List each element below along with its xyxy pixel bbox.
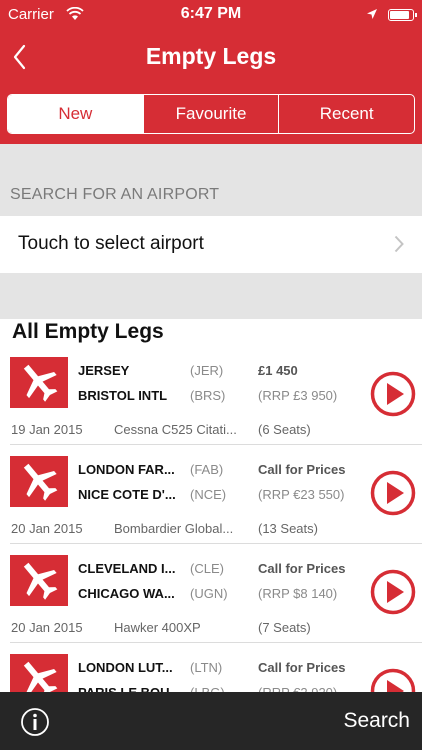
destination-name: BRISTOL INTL bbox=[78, 388, 168, 403]
tab-favourite[interactable]: Favourite bbox=[142, 95, 279, 133]
airport-select-row[interactable]: Touch to select airport bbox=[0, 216, 422, 273]
origin-code: (CLE) bbox=[190, 561, 224, 576]
info-icon[interactable] bbox=[20, 707, 50, 737]
list-item[interactable]: CLEVELAND I... (CLE) Call for Prices CHI… bbox=[10, 544, 422, 643]
destination-name: CHICAGO WA... bbox=[78, 586, 175, 601]
origin-name: LONDON FAR... bbox=[78, 462, 175, 477]
tab-recent[interactable]: Recent bbox=[278, 95, 414, 133]
play-circle-icon[interactable] bbox=[370, 371, 416, 417]
page-title: Empty Legs bbox=[145, 43, 277, 69]
departure-date: 20 Jan 2015 bbox=[11, 620, 83, 635]
price: Call for Prices bbox=[258, 561, 346, 576]
play-circle-icon[interactable] bbox=[370, 569, 416, 615]
airport-select-label: Touch to select airport bbox=[18, 233, 204, 254]
seat-count: (7 Seats) bbox=[258, 620, 311, 635]
nav-bar: Empty Legs bbox=[0, 30, 422, 84]
rrp-price: (RRP £3 950) bbox=[258, 388, 338, 403]
battery-icon bbox=[388, 9, 417, 21]
play-circle-icon[interactable] bbox=[370, 470, 416, 516]
origin-code: (FAB) bbox=[190, 462, 224, 477]
departure-date: 19 Jan 2015 bbox=[11, 422, 83, 437]
segmented-control-bar: New Favourite Recent bbox=[0, 84, 422, 144]
price: Call for Prices bbox=[258, 660, 346, 675]
location-arrow-icon bbox=[367, 9, 377, 19]
search-button[interactable]: Search bbox=[343, 709, 410, 733]
status-bar: Carrier 6:47 PM bbox=[0, 0, 422, 30]
airplane-icon bbox=[10, 456, 68, 507]
search-section-background bbox=[0, 144, 422, 216]
origin-name: CLEVELAND I... bbox=[78, 561, 176, 576]
aircraft-type: Hawker 400XP bbox=[114, 620, 201, 635]
section-spacer bbox=[0, 273, 422, 319]
origin-name: LONDON LUT... bbox=[78, 660, 173, 675]
search-section-header: SEARCH FOR AN AIRPORT bbox=[10, 186, 220, 203]
origin-code: (LTN) bbox=[190, 660, 223, 675]
tab-new[interactable]: New bbox=[8, 95, 143, 133]
airplane-icon bbox=[10, 357, 68, 408]
seat-count: (6 Seats) bbox=[258, 422, 311, 437]
destination-code: (NCE) bbox=[190, 487, 227, 502]
price: Call for Prices bbox=[258, 462, 346, 477]
destination-code: (BRS) bbox=[190, 388, 226, 403]
seat-count: (13 Seats) bbox=[258, 521, 318, 536]
segmented-control: New Favourite Recent bbox=[7, 94, 415, 134]
bottom-toolbar: Search bbox=[0, 692, 422, 750]
aircraft-type: Cessna C525 Citati... bbox=[114, 422, 237, 437]
destination-code: (UGN) bbox=[190, 586, 228, 601]
departure-date: 20 Jan 2015 bbox=[11, 521, 83, 536]
rrp-price: (RRP $8 140) bbox=[258, 586, 338, 601]
clock: 6:47 PM bbox=[180, 5, 242, 22]
empty-legs-list: JERSEY (JER) £1 450 BRISTOL INTL (BRS) (… bbox=[0, 346, 422, 742]
list-title: All Empty Legs bbox=[12, 320, 164, 343]
list-item[interactable]: LONDON FAR... (FAB) Call for Prices NICE… bbox=[10, 445, 422, 544]
origin-code: (JER) bbox=[190, 363, 224, 378]
price: £1 450 bbox=[258, 363, 298, 378]
origin-name: JERSEY bbox=[78, 363, 130, 378]
airplane-icon bbox=[10, 555, 68, 606]
rrp-price: (RRP €23 550) bbox=[258, 487, 345, 502]
chevron-right-icon bbox=[394, 235, 404, 253]
aircraft-type: Bombardier Global... bbox=[114, 521, 234, 536]
destination-name: NICE COTE D'... bbox=[78, 487, 176, 502]
list-item[interactable]: JERSEY (JER) £1 450 BRISTOL INTL (BRS) (… bbox=[10, 346, 422, 445]
